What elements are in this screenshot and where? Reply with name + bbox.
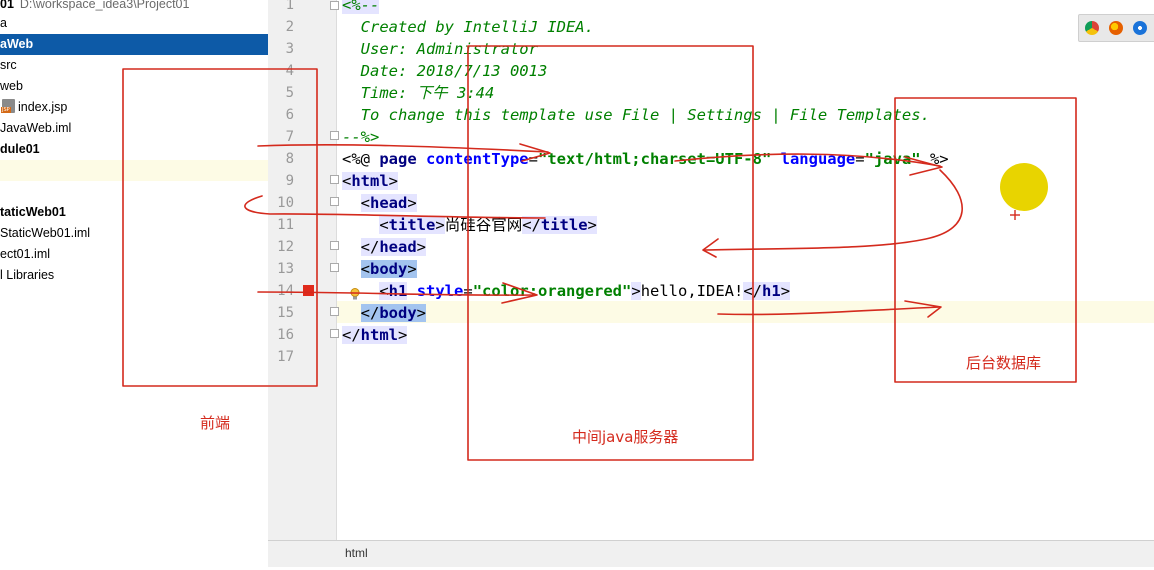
arrow-line: [244, 195, 546, 219]
arrow-line: [257, 144, 549, 153]
arrow-line: [717, 306, 941, 316]
frontend-box: [122, 68, 318, 387]
annotation-middle-label: 中间java服务器: [572, 428, 679, 446]
arrow-line: [674, 153, 941, 167]
arrow-line: [704, 169, 963, 251]
arrow-line: [257, 291, 536, 296]
arrow-head: [702, 238, 719, 258]
annotation-frontend-label: 前端: [200, 414, 231, 432]
cursor-highlight-dot: [1000, 163, 1048, 211]
annotation-overlay: [122, 45, 1077, 461]
arrow-head: [904, 156, 943, 176]
arrow-head: [501, 282, 538, 304]
annotation-backend-label: 后台数据库: [966, 354, 1042, 372]
